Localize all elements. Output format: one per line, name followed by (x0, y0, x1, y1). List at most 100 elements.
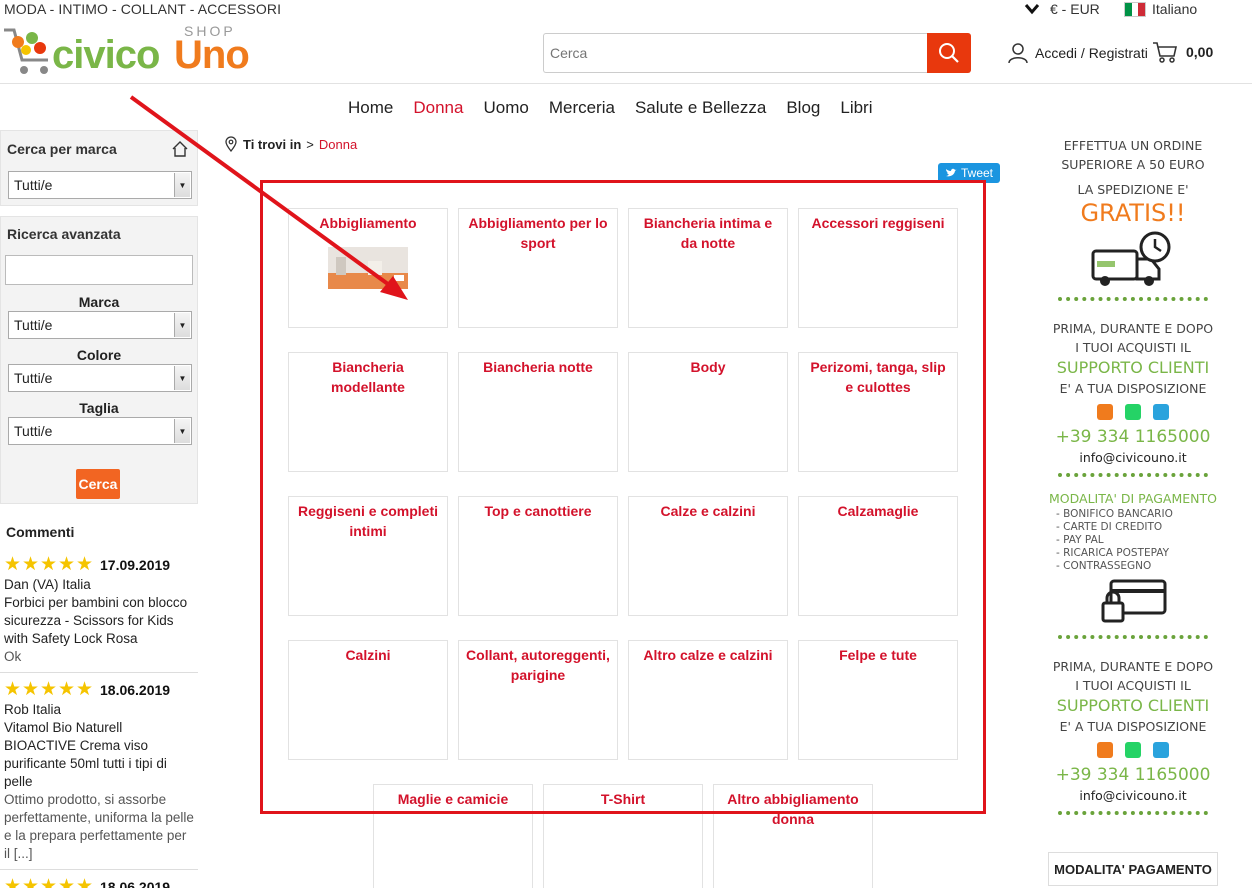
top-categories-link[interactable]: MODA - INTIMO - COLLANT - ACCESSORI (4, 1, 281, 17)
payment-title: MODALITA' DI PAGAMENTO (1049, 491, 1217, 506)
comment-text: Ok (4, 649, 22, 664)
breadcrumb-prefix: Ti trovi in (243, 136, 302, 152)
star-icon: ★ (22, 679, 40, 700)
user-icon (1008, 43, 1028, 64)
contact-icons (1048, 404, 1218, 420)
whatsapp-icon[interactable] (1125, 742, 1141, 758)
payment-method-item: - CARTE DI CREDITO (1056, 521, 1163, 533)
whatsapp-icon[interactable] (1125, 404, 1141, 420)
svg-text:Uno: Uno (174, 33, 249, 77)
support-line-3: E' A TUA DISPOSIZIONE (1059, 381, 1207, 396)
currency-selector[interactable]: € - EUR (1024, 1, 1100, 17)
dropdown-arrow-icon: ▼ (174, 419, 190, 443)
support-line-2: I TUOI ACQUISTI IL (1075, 340, 1191, 355)
rating-stars: ★ ★ ★ ★ ★ 17.09.2019 (4, 554, 194, 576)
brand-search-box: Cerca per marca Tutti/e ▼ (0, 130, 198, 206)
support-title: SUPPORTO CLIENTI (1056, 358, 1210, 377)
telegram-icon[interactable] (1153, 404, 1169, 420)
account-link[interactable]: Accedi / Registrati (1007, 42, 1148, 64)
nav-item-blog[interactable]: Blog (786, 85, 820, 131)
breadcrumb-current[interactable]: Donna (319, 137, 357, 152)
chevron-down-icon (1024, 4, 1040, 15)
dropdown-arrow-icon: ▼ (174, 173, 190, 197)
taglia-label: Taglia (79, 400, 119, 416)
comment-item: ★ ★ ★ ★ ★ 18.06.2019 Rob Italia Vitamol Bio Nat… (0, 679, 198, 870)
dotted-divider (1058, 473, 1208, 481)
contact-icons-b (1048, 742, 1218, 758)
payment-method-item: - CONTRASSEGNO (1056, 560, 1152, 572)
nav-item-home[interactable]: Home (348, 85, 393, 131)
annotation-highlight-frame (260, 180, 986, 814)
credit-card-lock-icon (1101, 579, 1167, 623)
rating-stars: ★ ★ ★ ★ ★ 18.06.2019 (4, 876, 194, 888)
comment-product[interactable]: Vitamol Bio Naturell BIOACTIVE Crema vis… (4, 719, 194, 791)
nav-item-libri[interactable]: Libri (840, 85, 872, 131)
advanced-search-button[interactable]: Cerca (76, 469, 120, 499)
telegram-icon[interactable] (1153, 742, 1169, 758)
support-phone-b[interactable]: +39 334 1165000 (1048, 764, 1218, 786)
avatar-icon[interactable] (1097, 404, 1113, 420)
support-line-1-b: PRIMA, DURANTE E DOPO (1052, 659, 1214, 674)
brand-search-title: Cerca per marca (7, 141, 117, 157)
payment-methods-list: - BONIFICO BANCARIO - CARTE DI CREDITO - P… (1048, 508, 1218, 573)
language-label: Italiano (1152, 1, 1198, 17)
dotted-divider (1058, 635, 1208, 643)
star-icon: ★ (58, 876, 76, 888)
dropdown-arrow-icon: ▼ (174, 366, 190, 390)
location-pin-icon (225, 136, 237, 152)
comment-date: 17.09.2019 (100, 557, 171, 573)
site-logo[interactable]: civico Uno SHOP (0, 22, 260, 82)
marca-select[interactable]: Tutti/e ▼ (8, 311, 192, 339)
nav-item-merceria[interactable]: Merceria (549, 85, 615, 131)
support-line-1: PRIMA, DURANTE E DOPO (1052, 321, 1214, 336)
star-icon: ★ (76, 679, 94, 700)
comments-title: Commenti (6, 524, 75, 540)
support-email-b[interactable]: info@civicouno.it (1048, 786, 1218, 805)
search-bar (543, 33, 971, 73)
star-icon: ★ (22, 554, 40, 575)
comment-item: ★ ★ ★ ★ ★ 18.06.2019 (0, 876, 198, 888)
cart-link[interactable]: 0,00 (1152, 40, 1213, 64)
svg-text:civico: civico (52, 33, 159, 77)
delivery-truck-icon (1091, 231, 1171, 286)
star-icon: ★ (40, 679, 58, 700)
support-phone[interactable]: +39 334 1165000 (1048, 426, 1218, 448)
breadcrumb: Ti trovi in > Donna (224, 136, 357, 152)
nav-item-salute-e-bellezza[interactable]: Salute e Bellezza (635, 85, 766, 131)
advanced-search-title: Ricerca avanzata (7, 226, 121, 242)
currency-label: € - EUR (1050, 1, 1100, 17)
payment-method-item: - RICARICA POSTEPAY (1056, 547, 1170, 559)
taglia-select-value: Tutti/e (14, 423, 53, 439)
home-icon[interactable] (171, 140, 189, 158)
header: civico Uno SHOP Accedi / Registrati 0,00 (0, 20, 1252, 84)
breadcrumb-separator: > (306, 136, 314, 152)
cart-icon (1153, 42, 1177, 63)
dotted-divider (1058, 297, 1208, 305)
dotted-divider (1058, 811, 1208, 819)
advanced-search-input[interactable] (5, 255, 193, 285)
colore-select-value: Tutti/e (14, 370, 53, 386)
nav-item-donna[interactable]: Donna (413, 85, 463, 131)
comment-product[interactable]: Forbici per bambini con blocco sicurezza… (4, 594, 194, 648)
star-icon: ★ (76, 876, 94, 888)
search-button[interactable] (927, 33, 971, 73)
advanced-search-box: Ricerca avanzata Marca Tutti/e ▼ Colore … (0, 216, 198, 504)
star-icon: ★ (58, 554, 76, 575)
taglia-select[interactable]: Tutti/e ▼ (8, 417, 192, 445)
language-selector[interactable]: Italiano (1124, 1, 1197, 17)
search-input[interactable] (543, 33, 928, 73)
payment-methods-box[interactable]: MODALITA' PAGAMENTO (1048, 852, 1218, 886)
marca-label: Marca (78, 294, 120, 310)
star-icon: ★ (40, 876, 58, 888)
marca-select-value: Tutti/e (14, 317, 53, 333)
support-email[interactable]: info@civicouno.it (1048, 448, 1218, 467)
nav-item-uomo[interactable]: Uomo (483, 85, 528, 131)
comment-date: 18.06.2019 (100, 879, 171, 888)
payment-method-item: - PAY PAL (1056, 534, 1104, 546)
brand-select[interactable]: Tutti/e ▼ (8, 171, 192, 199)
star-icon: ★ (76, 554, 94, 575)
colore-select[interactable]: Tutti/e ▼ (8, 364, 192, 392)
dropdown-arrow-icon: ▼ (174, 313, 190, 337)
avatar-icon[interactable] (1097, 742, 1113, 758)
comment-item: ★ ★ ★ ★ ★ 17.09.2019 Dan (VA) Italia Forbici pe… (0, 554, 198, 673)
